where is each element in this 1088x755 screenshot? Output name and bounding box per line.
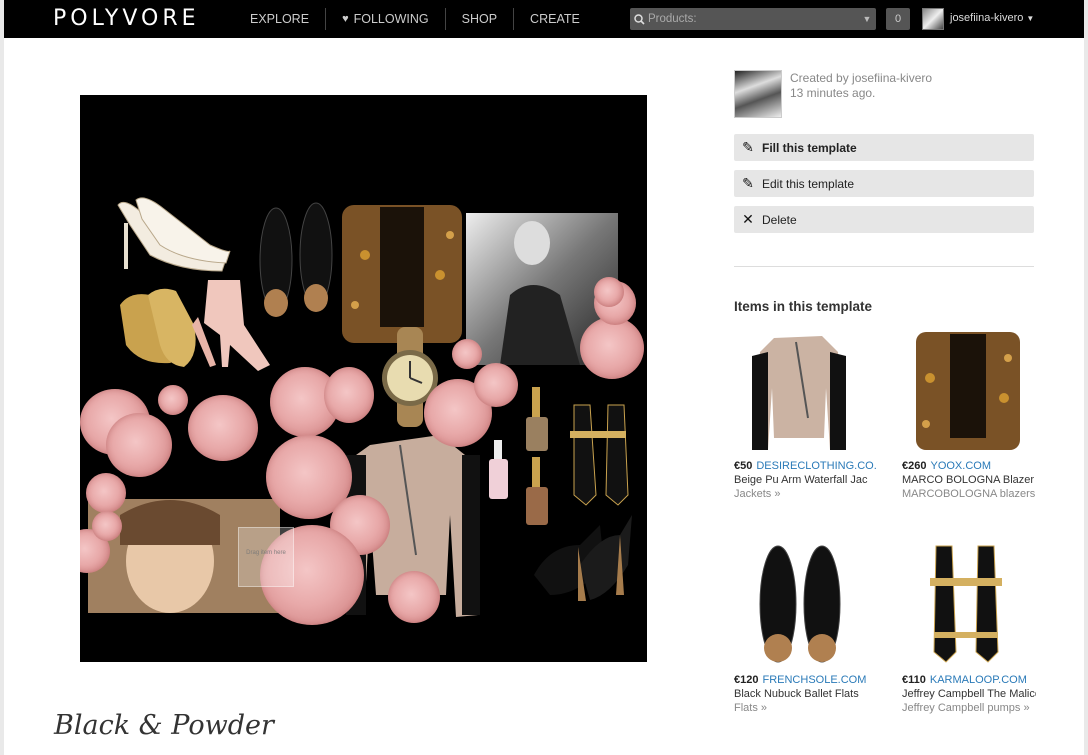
gold-oxfords-image	[120, 288, 196, 367]
brand-logo[interactable]: POLYVORE	[53, 6, 200, 31]
product-category[interactable]: MARCOBOLOGNA blazers	[902, 487, 1036, 501]
username: josefiina-kivero	[950, 12, 1024, 24]
rose-image	[188, 395, 258, 461]
pink-ankle-boots-image	[192, 280, 270, 371]
product-price: €120	[734, 674, 759, 686]
product-category[interactable]: Flats »	[734, 701, 868, 715]
creator-avatar[interactable]	[734, 70, 782, 118]
divider	[734, 266, 1034, 267]
black-sandals-image	[570, 404, 629, 506]
pencil-icon: ✎	[742, 139, 754, 155]
list-item[interactable]: €110 KARMALOOP.COM Jeffrey Campbell The M…	[902, 542, 1036, 715]
close-icon: ✕	[742, 211, 754, 227]
product-name[interactable]: Black Nubuck Ballet Flats	[734, 687, 868, 701]
product-image[interactable]	[734, 328, 864, 453]
nav-create[interactable]: CREATE	[514, 8, 596, 30]
product-category[interactable]: Jeffrey Campbell pumps »	[902, 701, 1036, 715]
product-name[interactable]: MARCO BOLOGNA Blazer	[902, 473, 1036, 487]
list-item[interactable]: €260 YOOX.COM MARCO BOLOGNA Blazer MARCOB…	[902, 328, 1036, 501]
nav-shop[interactable]: SHOP	[446, 8, 515, 30]
product-name[interactable]: Jeffrey Campbell The Malice	[902, 687, 1036, 701]
set-canvas: Drag item here	[80, 95, 647, 662]
edit-template-button[interactable]: ✎ Edit this template	[734, 170, 1034, 197]
product-store-link[interactable]: DESIRECLOTHING.CO.	[756, 460, 876, 472]
delete-button[interactable]: ✕ Delete	[734, 206, 1034, 233]
product-name[interactable]: Beige Pu Arm Waterfall Jac	[734, 473, 868, 487]
product-store-link[interactable]: FRENCHSOLE.COM	[762, 674, 866, 686]
rose-image	[324, 367, 374, 423]
white-pumps-image	[117, 197, 231, 272]
nail-polish-image	[489, 387, 548, 525]
fill-template-button[interactable]: ✎ Fill this template	[734, 134, 1034, 161]
rose-image	[158, 385, 188, 415]
search-icon	[630, 8, 648, 30]
product-price: €260	[902, 460, 927, 472]
chevron-down-icon[interactable]: ▼	[858, 14, 876, 24]
product-price: €50	[734, 460, 753, 472]
created-time: 13 minutes ago.	[790, 86, 876, 100]
list-item[interactable]: €50 DESIRECLOTHING.CO. Beige Pu Arm Water…	[734, 328, 877, 501]
leopard-pumps-image	[534, 515, 632, 601]
cart-count[interactable]: 0	[886, 8, 910, 30]
nav-explore[interactable]: EXPLORE	[234, 8, 327, 30]
drop-zone[interactable]: Drag item here	[238, 527, 294, 587]
rose-image	[106, 413, 172, 477]
main-nav: EXPLORE ♥ FOLLOWING SHOP CREATE	[234, 0, 596, 38]
delete-label: Delete	[762, 212, 797, 227]
creator-name[interactable]: Created by josefiina-kivero	[790, 71, 932, 86]
ballet-flats-image	[259, 202, 333, 317]
pencil-icon: ✎	[742, 175, 754, 191]
edit-template-label: Edit this template	[762, 176, 855, 191]
search-input[interactable]: Products:	[648, 13, 858, 25]
set-title: Black & Powder	[54, 710, 274, 741]
sequin-jacket-image	[342, 205, 462, 343]
top-bar: POLYVORE EXPLORE ♥ FOLLOWING SHOP CREATE …	[4, 0, 1084, 38]
product-image[interactable]	[902, 542, 1032, 667]
fill-template-label: Fill this template	[762, 140, 857, 155]
product-store-link[interactable]: KARMALOOP.COM	[930, 674, 1027, 686]
rose-image	[594, 277, 624, 307]
rose-image	[86, 473, 126, 513]
user-menu[interactable]: josefiina-kivero ▼	[950, 12, 1034, 24]
product-category[interactable]: Jackets »	[734, 487, 868, 501]
rose-image	[474, 363, 518, 407]
creator-info: Created by josefiina-kivero 13 minutes a…	[790, 71, 932, 101]
product-image[interactable]	[902, 328, 1032, 453]
search-box[interactable]: Products: ▼	[630, 8, 876, 30]
rose-image	[388, 571, 440, 623]
chevron-down-icon: ▼	[1026, 14, 1035, 23]
rose-image	[92, 511, 122, 541]
rose-image	[452, 339, 482, 369]
items-heading: Items in this template	[734, 299, 873, 314]
list-item[interactable]: €120 FRENCHSOLE.COM Black Nubuck Ballet F…	[734, 542, 868, 715]
nav-following[interactable]: ♥ FOLLOWING	[326, 8, 446, 30]
product-store-link[interactable]: YOOX.COM	[930, 460, 991, 472]
product-price: €110	[902, 674, 926, 686]
rose-image	[580, 317, 644, 379]
avatar[interactable]	[922, 8, 944, 30]
heart-icon: ♥	[342, 13, 349, 25]
product-image[interactable]	[734, 542, 864, 667]
nav-following-label: FOLLOWING	[353, 12, 429, 26]
